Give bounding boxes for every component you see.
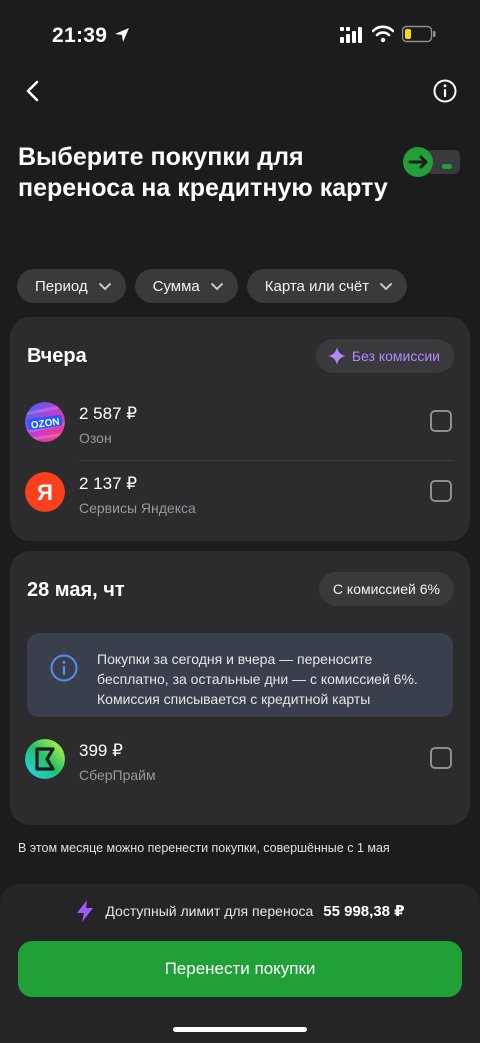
- info-circle-icon: [50, 654, 78, 682]
- chevron-down-icon: [98, 283, 111, 291]
- sparkle-icon: [327, 347, 346, 365]
- purchase-merchant: Сервисы Яндекса: [79, 500, 196, 516]
- transfer-limit-label: Доступный лимит для переноса: [105, 903, 314, 919]
- filter-card-label: Карта или счёт: [264, 277, 370, 295]
- chevron-left-icon: [26, 80, 39, 102]
- wifi-icon: [372, 25, 394, 43]
- no-fee-badge: Без комиссии: [315, 339, 454, 373]
- filter-amount-label: Сумма: [152, 277, 200, 295]
- location-arrow-icon: [115, 28, 129, 42]
- purchase-checkbox[interactable]: [430, 747, 452, 769]
- sberprime-logo: [25, 739, 65, 779]
- filter-chips: Период Сумма Карта или счёт: [17, 269, 408, 303]
- home-indicator: [173, 1027, 307, 1032]
- filter-amount[interactable]: Сумма: [134, 269, 238, 303]
- purchase-amount: 2 587 ₽: [79, 404, 138, 423]
- purchase-row-sberprime[interactable]: 399 ₽ СберПрайм: [10, 724, 470, 794]
- cellular-signal-icon: [340, 27, 362, 43]
- purchase-checkbox[interactable]: [430, 410, 452, 432]
- transfer-purchases-button[interactable]: Перенести покупки: [18, 941, 462, 997]
- battery-icon: [402, 25, 436, 43]
- chevron-down-icon: [210, 283, 223, 291]
- yandex-logo: Я: [25, 472, 65, 512]
- fee-notice-text: Покупки за сегодня и вчера — переносите …: [97, 651, 418, 707]
- transfer-limit-value: 55 998,38 ₽: [323, 903, 405, 920]
- filter-period-label: Период: [35, 277, 88, 295]
- purchase-merchant: СберПрайм: [79, 767, 156, 783]
- ozon-logo: OZON: [25, 402, 65, 442]
- status-time: 21:39: [52, 24, 108, 47]
- group-date: 28 мая, чт: [27, 579, 125, 601]
- info-button[interactable]: [432, 78, 458, 104]
- screen: 21:39 Выберите покупки для переноса на к…: [0, 0, 480, 1043]
- purchase-amount: 399 ₽: [79, 741, 123, 760]
- purchase-checkbox[interactable]: [430, 480, 452, 502]
- purchase-row-yandex[interactable]: Я 2 137 ₽ Сервисы Яндекса: [10, 457, 470, 527]
- page-title: Выберите покупки для переноса на кредитн…: [18, 143, 388, 202]
- transfer-to-card-icon: [403, 147, 460, 177]
- no-fee-badge-label: Без комиссии: [351, 348, 440, 364]
- purchase-group-yesterday: Вчера Без комиссии OZON 2 587 ₽ Озон Я 2…: [10, 317, 470, 541]
- filter-card-or-account[interactable]: Карта или счёт: [246, 269, 408, 303]
- status-bar: 21:39: [0, 0, 480, 70]
- chevron-down-icon: [380, 283, 393, 291]
- fee-notice: Покупки за сегодня и вчера — переносите …: [27, 633, 453, 717]
- purchase-group-28-may: 28 мая, чт С комиссией 6% Покупки за сег…: [10, 551, 470, 825]
- filter-period[interactable]: Период: [17, 269, 126, 303]
- bottom-panel: Доступный лимит для переноса 55 998,38 ₽…: [0, 884, 480, 1043]
- purchase-amount: 2 137 ₽: [79, 474, 138, 493]
- info-circle-icon: [433, 79, 457, 103]
- svg-text:Я: Я: [37, 480, 53, 505]
- group-date: Вчера: [27, 345, 87, 367]
- purchase-row-ozon[interactable]: OZON 2 587 ₽ Озон: [10, 387, 470, 457]
- lightning-icon: [77, 900, 94, 922]
- fee-badge: С комиссией 6%: [318, 572, 454, 606]
- purchase-merchant: Озон: [79, 430, 112, 446]
- back-button[interactable]: [18, 76, 48, 106]
- period-footnote: В этом месяце можно перенести покупки, с…: [18, 841, 390, 855]
- transfer-limit: Доступный лимит для переноса 55 998,38 ₽: [0, 900, 480, 922]
